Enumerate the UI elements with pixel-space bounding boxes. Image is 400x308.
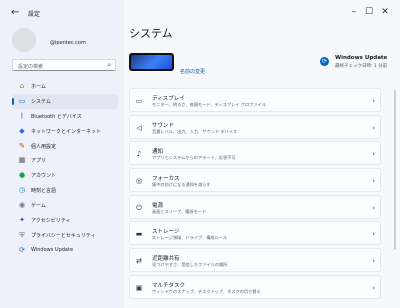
sidebar-item-label: Windows Update <box>31 246 74 253</box>
home-icon: ⌂ <box>19 82 25 90</box>
sidebar-item-label: ホーム <box>31 84 46 90</box>
windows-update-title[interactable]: Windows Update <box>335 55 387 61</box>
settings-card[interactable]: ▭ ディスプレイ モニター、明るさ、夜間モード、ディスプレイ プロファイル › <box>129 88 381 112</box>
multitask-icon: ▣ <box>135 283 143 292</box>
card-description: 画面とスリープ、電源モード <box>152 208 207 214</box>
card-title: 近距離共有 <box>152 256 180 263</box>
focus-icon: ◎ <box>135 177 143 186</box>
chevron-right-icon: › <box>372 150 375 159</box>
settings-card[interactable]: ⇄ 近距離共有 見つけやすさ、受信したファイルの場所 › <box>129 248 381 273</box>
monitor-icon: ▭ <box>18 96 26 105</box>
chevron-right-icon: › <box>372 97 375 105</box>
sidebar-item[interactable]: ⟳ Windows Update <box>12 243 118 258</box>
accessibility-icon: ✦ <box>19 216 25 225</box>
sidebar-item[interactable]: ⛨ プライバシーとセキュリティ <box>12 228 118 243</box>
minimize-icon[interactable]: – <box>346 5 362 19</box>
sidebar-item-label: ゲーム <box>31 203 46 210</box>
sidebar-item-label: Bluetooth とデバイス <box>31 113 82 120</box>
search-input[interactable]: 設定の検索 ⌕ <box>12 59 116 71</box>
card-description: アプリとシステムからのアラート、応答不可 <box>152 155 236 161</box>
card-title: サウンド <box>152 122 175 129</box>
update-icon: ⟳ <box>19 245 25 254</box>
title-bar: ← 設定 – ☐ ✕ <box>0 0 400 26</box>
sidebar-item[interactable]: ✎ 個人用設定 <box>12 139 118 154</box>
display-icon: ▭ <box>135 97 143 105</box>
desktop-wallpaper-thumbnail <box>131 55 172 69</box>
sidebar-item[interactable]: ◆ ネットワークとインターネット <box>12 124 118 139</box>
maximize-icon[interactable]: ☐ <box>361 5 377 19</box>
speaker-icon: ◁ <box>136 123 142 132</box>
settings-card[interactable]: ▬ ストレージ ストレージ領域、ドライブ、構成ルール › <box>129 221 381 246</box>
card-title: フォーカス <box>152 176 180 183</box>
sidebar-item-label: アクセシビリティ <box>31 218 71 225</box>
update-icon[interactable]: ⟳ <box>320 57 329 66</box>
sidebar-item[interactable]: ✦ アクセシビリティ <box>12 213 118 228</box>
sidebar-item[interactable]: ◉ ゲーム <box>12 198 118 213</box>
account-icon: ● <box>18 171 26 180</box>
sidebar-item-label: 時刻と言語 <box>31 188 57 195</box>
sidebar-item-label: ネットワークとインターネット <box>31 128 102 135</box>
chevron-right-icon: › <box>372 123 375 132</box>
back-arrow-icon[interactable]: ← <box>11 8 23 18</box>
avatar[interactable] <box>12 28 36 52</box>
share-icon: ⇄ <box>136 257 142 266</box>
settings-cards: ▭ ディスプレイ モニター、明るさ、夜間モード、ディスプレイ プロファイル › ◁ サウン… <box>129 88 381 302</box>
sidebar-item[interactable]: ▭ システム <box>12 93 118 109</box>
brush-icon: ✎ <box>19 141 25 150</box>
chevron-right-icon: › <box>372 283 375 292</box>
card-description: ウィンドウのスナップ、デスクトップ、タスクの切り替え <box>152 288 261 294</box>
sidebar-item[interactable]: ▦ アプリ <box>12 153 118 168</box>
card-title: 電源 <box>152 202 164 209</box>
sidebar-item-label: 個人用設定 <box>31 143 57 150</box>
chevron-right-icon: › <box>372 257 375 266</box>
chevron-right-icon: › <box>372 203 375 212</box>
search-placeholder: 設定の検索 <box>18 64 44 70</box>
card-title: ディスプレイ <box>152 96 185 102</box>
scrollbar[interactable] <box>394 90 396 250</box>
settings-card[interactable]: ▣ マルチタスク ウィンドウのスナップ、デスクトップ、タスクの切り替え › <box>129 274 381 299</box>
chevron-right-icon: › <box>372 177 375 186</box>
search-icon: ⌕ <box>107 61 111 69</box>
power-icon: ⏻ <box>136 203 142 212</box>
card-description: 集中の妨げになる通知を減らす <box>152 182 211 188</box>
chevron-right-icon: › <box>372 230 375 239</box>
apps-icon: ▦ <box>18 156 26 165</box>
settings-card[interactable]: ◎ フォーカス 集中の妨げになる通知を減らす › <box>129 168 381 193</box>
settings-card[interactable]: ◁ サウンド 音量レベル、出力、入力、サウンド デバイス › <box>129 114 381 139</box>
settings-card[interactable]: ⏻ 電源 画面とスリープ、電源モード › <box>129 194 381 219</box>
window-title: 設定 <box>28 11 41 18</box>
sidebar-item-label: プライバシーとセキュリティ <box>31 232 96 239</box>
wifi-icon: ◆ <box>19 126 25 135</box>
close-icon[interactable]: ✕ <box>377 5 393 19</box>
storage-icon: ▬ <box>135 230 143 239</box>
sidebar-item[interactable]: ⌂ ホーム <box>12 79 118 94</box>
windows-update-status: 最終チェック日時: 1 分前 <box>335 64 388 69</box>
card-description: モニター、明るさ、夜間モード、ディスプレイ プロファイル <box>152 102 266 107</box>
card-title: マルチタスク <box>152 282 186 289</box>
account-email: @ipentec.com <box>50 40 86 46</box>
page-title: システム <box>129 27 173 40</box>
sidebar-item-label: アカウント <box>31 173 57 180</box>
gamepad-icon: ◉ <box>18 201 26 210</box>
shield-icon: ⛨ <box>19 230 25 239</box>
rename-link[interactable]: 名前の変更 <box>180 68 205 75</box>
bluetooth-icon: ᛒ <box>19 111 25 120</box>
card-description: 音量レベル、出力、入力、サウンド デバイス <box>152 128 237 134</box>
settings-card[interactable]: ♪ 通知 アプリとシステムからのアラート、応答不可 › <box>129 141 381 166</box>
sidebar-item[interactable]: ᛒ Bluetooth とデバイス <box>12 109 118 124</box>
sidebar-item-label: アプリ <box>31 158 47 165</box>
bell-icon: ♪ <box>136 150 142 159</box>
clock-globe-icon: ◷ <box>18 186 26 195</box>
card-description: ストレージ領域、ドライブ、構成ルール <box>152 235 228 241</box>
sidebar-nav: ⌂ ホーム ▭ システム ᛒ Bluetooth とデバイス ◆ ネットワークとインターネット… <box>12 79 118 258</box>
sidebar-item[interactable]: ● アカウント <box>12 168 118 183</box>
sidebar-item[interactable]: ◷ 時刻と言語 <box>12 183 118 198</box>
sidebar-item-label: システム <box>31 98 51 105</box>
card-description: 見つけやすさ、受信したファイルの場所 <box>152 262 228 268</box>
